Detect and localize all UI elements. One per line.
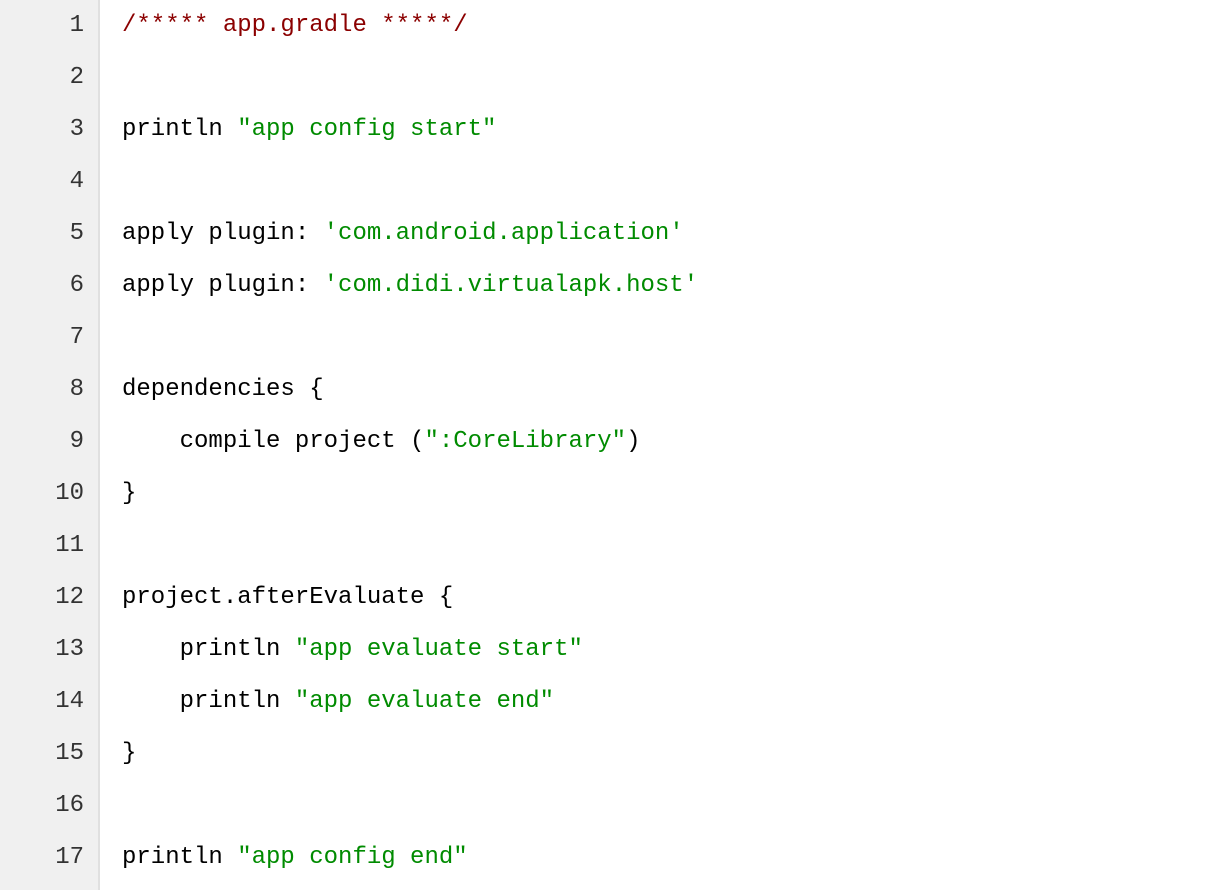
code-token: "app config end" — [237, 844, 467, 871]
code-line: /***** app.gradle *****/ — [122, 0, 1224, 52]
code-token: apply plugin: — [122, 220, 324, 247]
line-number: 13 — [10, 624, 84, 676]
line-number: 5 — [10, 208, 84, 260]
code-line: apply plugin: 'com.didi.virtualapk.host' — [122, 260, 1224, 312]
code-token: dependencies { — [122, 376, 324, 403]
code-line — [122, 52, 1224, 104]
line-number: 16 — [10, 780, 84, 832]
code-line: compile project (":CoreLibrary") — [122, 416, 1224, 468]
code-line — [122, 312, 1224, 364]
code-token: } — [122, 740, 136, 767]
code-line — [122, 780, 1224, 832]
code-token: compile project ( — [122, 428, 424, 455]
line-number: 1 — [10, 0, 84, 52]
line-number: 6 — [10, 260, 84, 312]
code-line: apply plugin: 'com.android.application' — [122, 208, 1224, 260]
line-number: 17 — [10, 832, 84, 884]
line-number: 10 — [10, 468, 84, 520]
code-token: "app evaluate start" — [295, 636, 583, 663]
code-token: ":CoreLibrary" — [424, 428, 626, 455]
code-line — [122, 520, 1224, 572]
code-token: "app evaluate end" — [295, 688, 554, 715]
code-token: project.afterEvaluate { — [122, 584, 453, 611]
code-token: 'com.didi.virtualapk.host' — [324, 272, 698, 299]
code-token: apply plugin: — [122, 272, 324, 299]
code-token: println — [122, 636, 295, 663]
code-token: 'com.android.application' — [324, 220, 684, 247]
code-token: ) — [626, 428, 640, 455]
code-token: "app config start" — [237, 116, 496, 143]
line-number-gutter: 1234567891011121314151617 — [0, 0, 100, 890]
code-token: println — [122, 844, 237, 871]
line-number: 2 — [10, 52, 84, 104]
code-line — [122, 156, 1224, 208]
code-line: println "app evaluate start" — [122, 624, 1224, 676]
line-number: 14 — [10, 676, 84, 728]
code-line: println "app config end" — [122, 832, 1224, 884]
code-token: /***** app.gradle *****/ — [122, 12, 468, 39]
code-line: project.afterEvaluate { — [122, 572, 1224, 624]
code-token: println — [122, 116, 237, 143]
line-number: 3 — [10, 104, 84, 156]
code-line: dependencies { — [122, 364, 1224, 416]
line-number: 15 — [10, 728, 84, 780]
line-number: 11 — [10, 520, 84, 572]
code-line: } — [122, 468, 1224, 520]
code-token: } — [122, 480, 136, 507]
code-line: } — [122, 728, 1224, 780]
line-number: 9 — [10, 416, 84, 468]
line-number: 8 — [10, 364, 84, 416]
line-number: 12 — [10, 572, 84, 624]
line-number: 7 — [10, 312, 84, 364]
code-line: println "app evaluate end" — [122, 676, 1224, 728]
code-line: println "app config start" — [122, 104, 1224, 156]
code-token: println — [122, 688, 295, 715]
line-number: 4 — [10, 156, 84, 208]
code-area: /***** app.gradle *****/ println "app con… — [100, 0, 1224, 890]
